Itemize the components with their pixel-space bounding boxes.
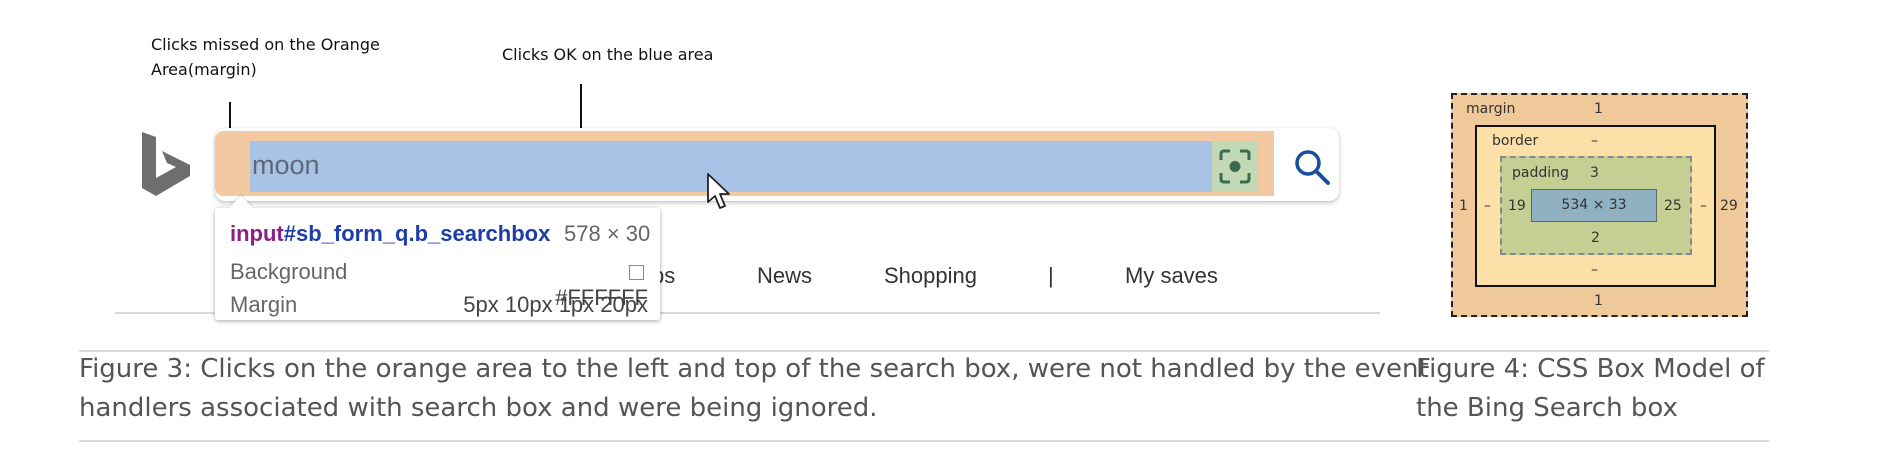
box-model-margin-bottom: 1	[1594, 293, 1603, 309]
tooltip-margin-value: 5px 10px 1px 20px	[463, 292, 648, 317]
tooltip-selector: input#sb_form_q.b_searchbox	[230, 221, 550, 247]
search-query-text: moon	[252, 150, 320, 180]
nav-item-news[interactable]: News	[757, 263, 812, 289]
figure-4-caption-line1: Figure 4: CSS Box Model of	[1416, 354, 1765, 384]
figure-3-caption: Figure 3: Clicks on the orange area to t…	[79, 350, 1429, 428]
tooltip-margin-label: Margin	[230, 292, 298, 317]
bing-logo-icon[interactable]	[140, 130, 192, 198]
nav-item-shopping[interactable]: Shopping	[884, 263, 977, 289]
box-model-margin-left: 1	[1459, 198, 1468, 214]
box-model-border-right: –	[1700, 198, 1707, 214]
margin-annotation-line2: Area(margin)	[151, 60, 257, 79]
box-model-border-label: border	[1492, 133, 1539, 149]
blue-annotation: Clicks OK on the blue area	[502, 45, 714, 64]
box-model-padding-label: padding	[1512, 165, 1569, 181]
visual-search-button[interactable]	[1212, 141, 1258, 192]
box-model-border-bottom: –	[1591, 262, 1598, 278]
tooltip-size: 578 × 30	[564, 221, 651, 246]
box-model-border-left: –	[1484, 198, 1491, 214]
margin-annotation-line1: Clicks missed on the Orange	[151, 35, 380, 54]
box-model-margin-label: margin	[1466, 101, 1516, 117]
box-model-padding-bottom: 2	[1591, 230, 1600, 246]
tooltip-background-label: Background	[230, 259, 348, 284]
visual-search-icon	[1219, 149, 1251, 184]
caption-bottom-rule	[79, 440, 1769, 442]
tooltip-tag: input	[230, 221, 284, 246]
figure-3-caption-line1: Figure 3: Clicks on the orange area to t…	[79, 354, 1429, 384]
figure-4-caption: Figure 4: CSS Box Model of the Bing Sear…	[1416, 350, 1765, 428]
figure-4-caption-line2: the Bing Search box	[1416, 393, 1678, 423]
search-icon[interactable]	[1290, 145, 1334, 189]
box-model-border-top: –	[1591, 133, 1598, 149]
margin-annotation: Clicks missed on the Orange Area(margin)	[151, 32, 380, 82]
box-model-padding-top: 3	[1590, 165, 1599, 181]
nav-item-my-saves[interactable]: My saves	[1125, 263, 1218, 289]
color-swatch-icon	[629, 265, 644, 280]
tooltip-id: #sb_form_q.b_searchbox	[283, 221, 551, 246]
mouse-cursor-icon	[707, 173, 730, 209]
box-model-margin-top: 1	[1594, 101, 1603, 117]
figure-3-caption-line2: handlers associated with search box and …	[79, 393, 878, 423]
box-model-padding-left: 19	[1508, 198, 1526, 214]
box-model-margin-right: 29	[1720, 198, 1738, 214]
box-model-content: 534 × 33	[1531, 189, 1657, 222]
box-model-padding-right: 25	[1664, 198, 1682, 214]
nav-separator: |	[1048, 263, 1054, 288]
